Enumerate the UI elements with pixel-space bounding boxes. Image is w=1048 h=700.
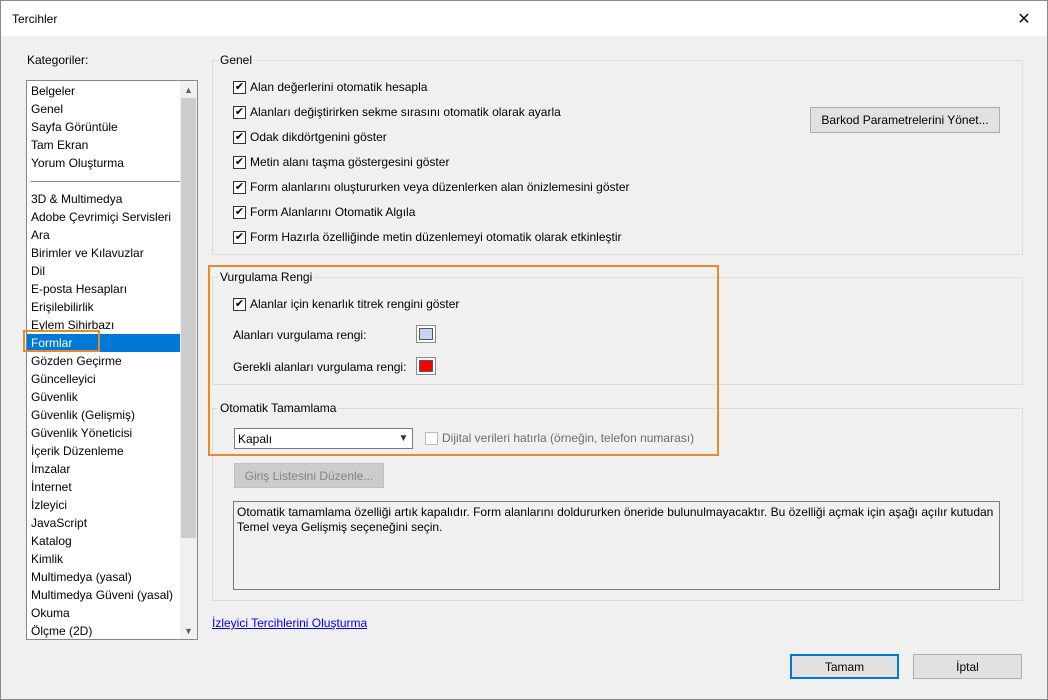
category-item[interactable]: Güvenlik Yöneticisi	[27, 424, 182, 442]
checkbox-overflow[interactable]: ✔ Metin alanı taşma göstergesini göster	[233, 155, 449, 169]
required-color-label: Gerekli alanları vurgulama rengi:	[233, 360, 407, 374]
checkbox-label: Metin alanı taşma göstergesini göster	[250, 155, 450, 169]
category-item[interactable]: Yorum Oluşturma	[27, 154, 182, 172]
otomatik-title: Otomatik Tamamlama	[218, 401, 339, 415]
required-color-swatch[interactable]	[416, 357, 436, 375]
checkbox-label: Alanları değiştirirken sekme sırasını ot…	[250, 105, 561, 119]
checkbox-prepare-form[interactable]: ✔ Form Hazırla özelliğinde metin düzenle…	[233, 230, 621, 244]
checkbox-box[interactable]: ✔	[233, 180, 246, 194]
categories-items: Belgeler Genel Sayfa Görüntüle Tam Ekran Yor…	[27, 82, 182, 639]
genel-title: Genel	[218, 53, 255, 67]
category-item[interactable]: Gözden Geçirme	[27, 352, 182, 370]
checkbox-label: Form Alanlarını Otomatik Algıla	[250, 205, 416, 219]
field-color-swatch[interactable]	[416, 325, 436, 343]
category-item[interactable]: Dil	[27, 262, 182, 280]
checkbox-label: Form alanlarını oluştururken veya düzenl…	[250, 180, 630, 194]
checkbox-box[interactable]: ✔	[233, 105, 246, 119]
categories-label: Kategoriler:	[27, 53, 89, 67]
category-item[interactable]: Güncelleyici	[27, 370, 182, 388]
close-icon[interactable]: ✕	[1001, 1, 1047, 36]
viewer-preferences-link[interactable]: İzleyici Tercihlerini Oluşturma	[212, 616, 367, 630]
window-title: Tercihler	[12, 12, 58, 26]
category-item[interactable]: Birimler ve Kılavuzlar	[27, 244, 182, 262]
category-item[interactable]: Genel	[27, 100, 182, 118]
ok-button[interactable]: Tamam	[790, 654, 899, 679]
checkbox-label: Form Hazırla özelliğinde metin düzenleme…	[250, 230, 622, 244]
vurgulama-title: Vurgulama Rengi	[218, 270, 315, 284]
checkbox-remember-digital[interactable]: Dijital verileri hatırla (örneğin, telef…	[425, 431, 694, 445]
checkbox-focus-rect[interactable]: ✔ Odak dikdörtgenini göster	[233, 130, 387, 144]
checkbox-box[interactable]	[425, 431, 438, 445]
checkbox-label: Alanlar için kenarlık titrek rengini gös…	[250, 297, 460, 311]
category-item[interactable]: Güvenlik	[27, 388, 182, 406]
checkbox-tab-order[interactable]: ✔ Alanları değiştirirken sekme sırasını …	[233, 105, 561, 119]
checkbox-box[interactable]: ✔	[233, 130, 246, 144]
edit-list-button[interactable]: Giriş Listesini Düzenle...	[234, 463, 384, 488]
field-color-fill	[419, 328, 433, 340]
chevron-down-icon[interactable]: ▼	[395, 429, 412, 448]
checkbox-border-color[interactable]: ✔ Alanlar için kenarlık titrek rengini g…	[233, 297, 459, 311]
category-item[interactable]: Ara	[27, 226, 182, 244]
barcode-button[interactable]: Barkod Parametrelerini Yönet...	[810, 107, 1000, 133]
scroll-up-icon[interactable]: ▲	[180, 81, 197, 98]
category-item[interactable]: Multimedya (yasal)	[27, 568, 182, 586]
category-item[interactable]: Tam Ekran	[27, 136, 182, 154]
category-item[interactable]: Belgeler	[27, 82, 182, 100]
title-bar: Tercihler ✕	[1, 1, 1047, 36]
category-item[interactable]: Kimlik	[27, 550, 182, 568]
cancel-button[interactable]: İptal	[913, 654, 1022, 679]
checkbox-auto-calc[interactable]: ✔ Alan değerlerini otomatik hesapla	[233, 80, 427, 94]
category-item[interactable]: Ölçme (2D)	[27, 622, 182, 639]
category-item[interactable]: E-posta Hesapları	[27, 280, 182, 298]
category-item[interactable]: Formlar	[27, 334, 182, 352]
categories-scrollbar[interactable]: ▲ ▼	[180, 81, 197, 639]
category-item[interactable]: Güvenlik (Gelişmiş)	[27, 406, 182, 424]
category-item[interactable]: Adobe Çevrimiçi Servisleri	[27, 208, 182, 226]
checkbox-auto-detect[interactable]: ✔ Form Alanlarını Otomatik Algıla	[233, 205, 415, 219]
checkbox-field-preview[interactable]: ✔ Form alanlarını oluştururken veya düze…	[233, 180, 630, 194]
checkbox-label: Alan değerlerini otomatik hesapla	[250, 80, 428, 94]
category-item[interactable]: İnternet	[27, 478, 182, 496]
checkbox-label: Dijital verileri hatırla (örneğin, telef…	[442, 431, 695, 445]
required-color-fill	[419, 360, 433, 372]
category-item[interactable]: Erişilebilirlik	[27, 298, 182, 316]
categories-list[interactable]: Belgeler Genel Sayfa Görüntüle Tam Ekran Yor…	[26, 80, 198, 640]
category-item[interactable]: İmzalar	[27, 460, 182, 478]
preferences-dialog: Tercihler ✕ Kategoriler: Belgeler Genel Sa…	[0, 0, 1048, 700]
category-item[interactable]: Katalog	[27, 532, 182, 550]
category-item[interactable]: 3D & Multimedya	[27, 190, 182, 208]
checkbox-box[interactable]: ✔	[233, 80, 246, 94]
checkbox-label: Odak dikdörtgenini göster	[250, 130, 387, 144]
category-item[interactable]: İçerik Düzenleme	[27, 442, 182, 460]
field-color-label: Alanları vurgulama rengi:	[233, 328, 367, 342]
checkbox-box[interactable]: ✔	[233, 297, 246, 311]
category-item[interactable]: Sayfa Görüntüle	[27, 118, 182, 136]
autocomplete-select[interactable]: Kapalı ▼	[234, 428, 413, 449]
checkbox-box[interactable]: ✔	[233, 230, 246, 244]
checkbox-box[interactable]: ✔	[233, 205, 246, 219]
autocomplete-description: Otomatik tamamlama özelliği artık kapalı…	[233, 501, 1000, 590]
category-item[interactable]: JavaScript	[27, 514, 182, 532]
category-item[interactable]: İzleyici	[27, 496, 182, 514]
scroll-down-icon[interactable]: ▼	[180, 622, 197, 639]
category-item[interactable]: Eylem Sihirbazı	[27, 316, 182, 334]
category-item[interactable]: Okuma	[27, 604, 182, 622]
checkbox-box[interactable]: ✔	[233, 155, 246, 169]
category-item[interactable]: Multimedya Güveni (yasal)	[27, 586, 182, 604]
category-separator	[27, 172, 182, 190]
select-value: Kapalı	[238, 431, 273, 446]
scroll-thumb[interactable]	[181, 98, 196, 538]
